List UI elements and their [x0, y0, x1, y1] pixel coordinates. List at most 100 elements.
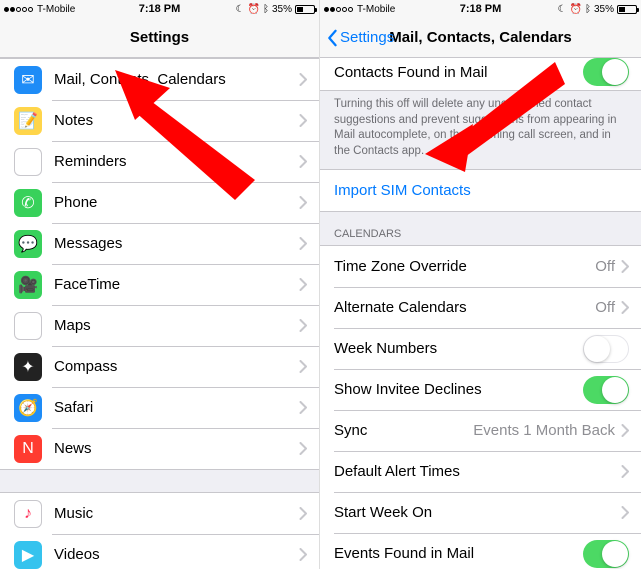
chevron-right-icon	[299, 401, 307, 414]
chevron-right-icon	[299, 319, 307, 332]
calendars-row[interactable]: Time Zone OverrideOff	[320, 246, 641, 287]
settings-row[interactable]: 🗺 Maps	[0, 305, 319, 346]
clock-label: 7:18 PM	[0, 3, 319, 15]
calendars-row[interactable]: Alternate CalendarsOff	[320, 287, 641, 328]
settings-screen: T-Mobile 7:18 PM ☾ ⏰ ᛒ 35% Settings ✉ Mai…	[0, 0, 320, 569]
back-button[interactable]: Settings	[326, 18, 394, 57]
row-label: Videos	[54, 546, 299, 563]
app-icon: 🗺	[14, 312, 42, 340]
row-label: Reminders	[54, 153, 299, 170]
chevron-right-icon	[621, 506, 629, 519]
app-icon: 📝	[14, 107, 42, 135]
status-bar: T-Mobile 7:18 PM ☾ ⏰ ᛒ 35%	[320, 0, 641, 18]
row-label: News	[54, 440, 299, 457]
row-label: Compass	[54, 358, 299, 375]
settings-row[interactable]: ▶ Videos	[0, 534, 319, 569]
import-sim-group: Import SIM Contacts	[320, 169, 641, 212]
toggle-switch[interactable]	[583, 58, 629, 86]
nav-bar: Settings	[0, 18, 319, 58]
calendars-header: CALENDARS	[320, 212, 641, 245]
row-label: Show Invitee Declines	[334, 381, 583, 398]
settings-row[interactable]: ✆ Phone	[0, 182, 319, 223]
chevron-right-icon	[299, 360, 307, 373]
settings-row[interactable]: 🧭 Safari	[0, 387, 319, 428]
chevron-right-icon	[621, 260, 629, 273]
contacts-found-group: Contacts Found in Mail	[320, 58, 641, 91]
nav-title: Mail, Contacts, Calendars	[389, 29, 572, 46]
row-value: Off	[595, 258, 615, 275]
row-label: Music	[54, 505, 299, 522]
chevron-left-icon	[326, 29, 338, 47]
row-label: Safari	[54, 399, 299, 416]
contacts-found-in-mail-row[interactable]: Contacts Found in Mail	[320, 58, 641, 90]
row-label: Messages	[54, 235, 299, 252]
calendars-list: Time Zone OverrideOffAlternate Calendars…	[320, 245, 641, 569]
app-icon: 🧭	[14, 394, 42, 422]
battery-icon	[617, 5, 637, 14]
chevron-right-icon	[299, 548, 307, 561]
settings-list-media: ♪Music▶Videos❖Photos & Camera📖iBooks	[0, 492, 319, 569]
clock-label: 7:18 PM	[320, 3, 641, 15]
mail-contacts-calendars-screen: T-Mobile 7:18 PM ☾ ⏰ ᛒ 35% Settings Mail…	[320, 0, 641, 569]
app-icon: ✉	[14, 66, 42, 94]
row-label: Phone	[54, 194, 299, 211]
chevron-right-icon	[299, 196, 307, 209]
chevron-right-icon	[621, 465, 629, 478]
row-label: Import SIM Contacts	[334, 182, 629, 199]
row-label: FaceTime	[54, 276, 299, 293]
app-icon: ♪	[14, 500, 42, 528]
row-label: Notes	[54, 112, 299, 129]
nav-title: Settings	[130, 29, 189, 46]
settings-row[interactable]: ♪ Music	[0, 493, 319, 534]
nav-bar: Settings Mail, Contacts, Calendars	[320, 18, 641, 58]
row-label: Default Alert Times	[334, 463, 621, 480]
status-bar: T-Mobile 7:18 PM ☾ ⏰ ᛒ 35%	[0, 0, 319, 18]
settings-row[interactable]: ☑ Reminders	[0, 141, 319, 182]
toggle-switch[interactable]	[583, 376, 629, 404]
app-icon: ✆	[14, 189, 42, 217]
calendars-row[interactable]: Start Week On	[320, 492, 641, 533]
row-label: Time Zone Override	[334, 258, 595, 275]
calendars-row[interactable]: Show Invitee Declines	[320, 369, 641, 410]
row-label: Maps	[54, 317, 299, 334]
calendars-row[interactable]: SyncEvents 1 Month Back	[320, 410, 641, 451]
contacts-found-footer: Turning this off will delete any unconfi…	[320, 91, 641, 169]
chevron-right-icon	[299, 114, 307, 127]
row-label: Sync	[334, 422, 473, 439]
app-icon: ▶	[14, 541, 42, 569]
settings-list: ✉ Mail, Contacts, Calendars 📝 Notes ☑ Reminde…	[0, 58, 319, 470]
chevron-right-icon	[621, 301, 629, 314]
app-icon: 💬	[14, 230, 42, 258]
battery-icon	[295, 5, 315, 14]
settings-row[interactable]: NNews	[0, 428, 319, 469]
settings-row[interactable]: ✦ Compass	[0, 346, 319, 387]
settings-row[interactable]: 🎥 FaceTime	[0, 264, 319, 305]
back-label: Settings	[340, 29, 394, 46]
row-label: Start Week On	[334, 504, 621, 521]
row-label: Mail, Contacts, Calendars	[54, 71, 299, 88]
row-value: Off	[595, 299, 615, 316]
toggle-switch[interactable]	[583, 335, 629, 363]
calendars-row[interactable]: Week Numbers	[320, 328, 641, 369]
calendars-row[interactable]: Events Found in Mail	[320, 533, 641, 569]
row-label: Alternate Calendars	[334, 299, 595, 316]
calendars-row[interactable]: Default Alert Times	[320, 451, 641, 492]
chevron-right-icon	[299, 155, 307, 168]
row-value: Events 1 Month Back	[473, 422, 615, 439]
chevron-right-icon	[621, 424, 629, 437]
toggle-switch[interactable]	[583, 540, 629, 568]
chevron-right-icon	[299, 442, 307, 455]
app-icon: ☑	[14, 148, 42, 176]
import-sim-contacts-row[interactable]: Import SIM Contacts	[320, 170, 641, 211]
chevron-right-icon	[299, 507, 307, 520]
app-icon: 🎥	[14, 271, 42, 299]
settings-row[interactable]: 💬 Messages	[0, 223, 319, 264]
row-label: Week Numbers	[334, 340, 583, 357]
chevron-right-icon	[299, 73, 307, 86]
settings-row[interactable]: ✉ Mail, Contacts, Calendars	[0, 59, 319, 100]
row-label: Contacts Found in Mail	[334, 64, 583, 81]
row-label: Events Found in Mail	[334, 545, 583, 562]
chevron-right-icon	[299, 237, 307, 250]
app-icon: ✦	[14, 353, 42, 381]
settings-row[interactable]: 📝 Notes	[0, 100, 319, 141]
